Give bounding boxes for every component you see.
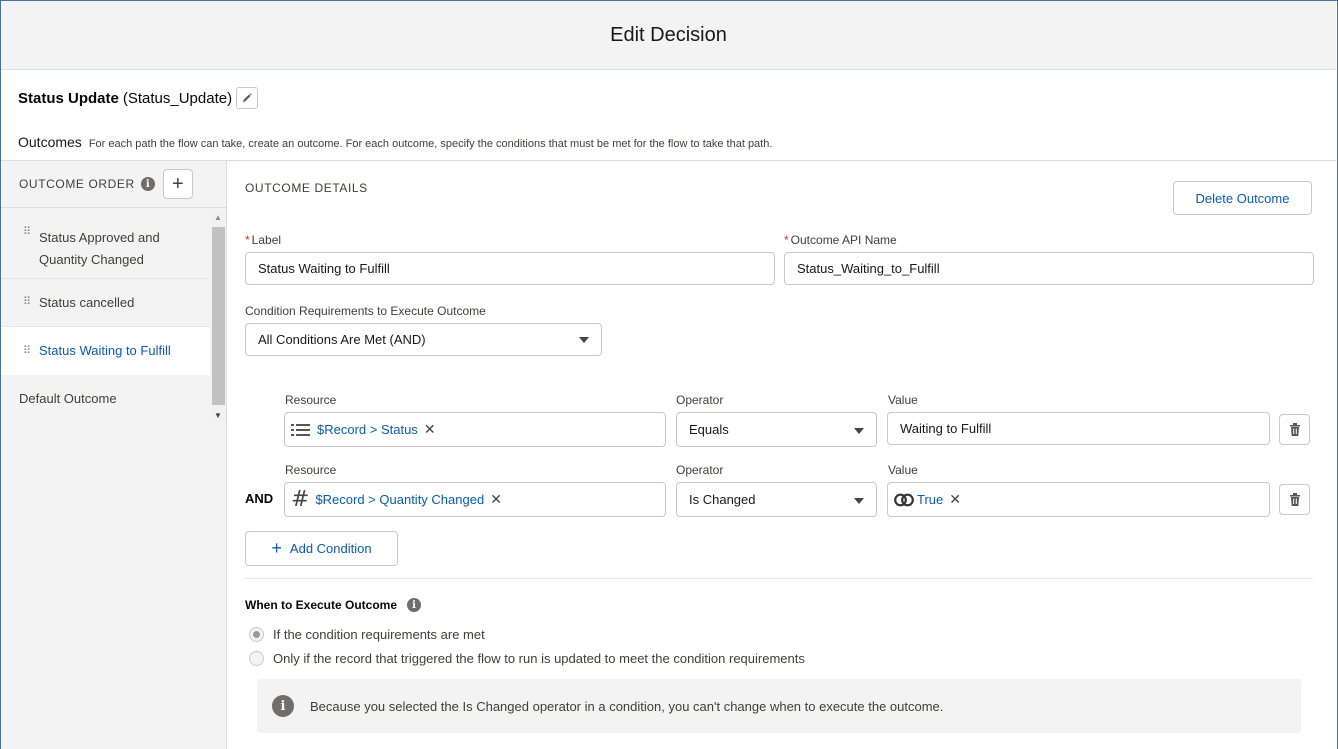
- clear-icon[interactable]: ✕: [490, 491, 502, 508]
- trash-icon: [1289, 423, 1300, 436]
- and-connector: AND: [245, 491, 274, 506]
- drag-handle-icon[interactable]: ⠿: [23, 297, 39, 308]
- outcomes-description: For each path the flow can take, create …: [88, 138, 773, 150]
- operator-select[interactable]: Is Changed: [676, 482, 877, 517]
- outcome-order-header: OUTCOME ORDER i +: [1, 161, 226, 208]
- radio-button[interactable]: [249, 627, 264, 642]
- sidebar-item-status-approved[interactable]: ⠿ Status Approved and Quantity Changed: [1, 209, 210, 279]
- info-icon[interactable]: i: [407, 598, 422, 612]
- radio-label: If the condition requirements are met: [273, 627, 485, 642]
- divider: [245, 578, 1313, 579]
- scroll-up-icon[interactable]: ▲: [214, 213, 222, 222]
- radio-option-conditions-met[interactable]: If the condition requirements are met: [249, 627, 485, 642]
- boolean-icon: [894, 493, 914, 506]
- modal-header: Edit Decision: [1, 1, 1336, 70]
- notice-text: Because you selected the Is Changed oper…: [310, 698, 944, 714]
- value-input[interactable]: True ✕: [887, 482, 1270, 517]
- add-condition-button[interactable]: + Add Condition: [245, 531, 398, 566]
- api-name-input[interactable]: Status_Waiting_to_Fulfill: [784, 252, 1314, 285]
- decision-name: Status Update (Status_Update): [18, 87, 259, 109]
- value-value: True: [917, 492, 944, 507]
- edit-decision-button[interactable]: [236, 87, 259, 109]
- clear-icon[interactable]: ✕: [424, 421, 436, 438]
- sidebar-item-status-cancelled[interactable]: ⠿ Status cancelled: [1, 279, 210, 327]
- scrollbar-thumb[interactable]: [212, 227, 225, 405]
- resource-value: $Record > Status: [317, 422, 418, 437]
- radio-button[interactable]: [249, 651, 264, 666]
- requirements-label: Condition Requirements to Execute Outcom…: [245, 304, 486, 318]
- sidebar-item-label: Status Waiting to Fulfill: [39, 343, 171, 358]
- resource-input[interactable]: # $Record > Quantity Changed ✕: [284, 482, 666, 517]
- outcome-details-panel: OUTCOME DETAILS Delete Outcome * Label St…: [228, 161, 1336, 749]
- outcome-order-title: OUTCOME ORDER: [19, 177, 135, 191]
- resource-value: $Record > Quantity Changed: [315, 492, 485, 507]
- requirements-value: All Conditions Are Met (AND): [258, 332, 426, 347]
- resource-label: Resource: [285, 393, 337, 407]
- picklist-icon: [291, 423, 310, 436]
- outcomes-heading: Outcomes: [18, 134, 82, 150]
- sidebar-scrollbar[interactable]: ▲ ▼: [210, 209, 226, 422]
- dropdown-icon: [854, 428, 864, 434]
- plus-icon: +: [271, 538, 282, 558]
- clear-icon[interactable]: ✕: [949, 491, 961, 508]
- value-label: Value: [888, 463, 918, 477]
- add-outcome-button[interactable]: +: [162, 169, 193, 199]
- drag-handle-icon[interactable]: ⠿: [23, 227, 39, 238]
- info-icon: i: [272, 695, 294, 717]
- add-condition-label: Add Condition: [289, 541, 372, 556]
- pencil-icon: [243, 93, 252, 102]
- decision-label: Status Update: [18, 89, 119, 107]
- trash-icon: [1289, 493, 1300, 506]
- operator-select[interactable]: Equals: [676, 412, 877, 447]
- when-to-execute-title: When to Execute Outcome i: [245, 598, 422, 612]
- resource-input[interactable]: $Record > Status ✕: [284, 412, 666, 447]
- outcome-details-title: OUTCOME DETAILS: [245, 181, 368, 195]
- outcome-order-sidebar: OUTCOME ORDER i + ⠿ Status Approved and …: [1, 161, 227, 749]
- sidebar-item-label: Status cancelled: [39, 294, 135, 310]
- info-notice: i Because you selected the Is Changed op…: [257, 679, 1301, 733]
- info-icon[interactable]: i: [140, 177, 155, 191]
- decision-api-name: (Status_Update): [122, 89, 233, 107]
- scroll-down-icon[interactable]: ▼: [214, 411, 222, 420]
- dropdown-icon: [854, 498, 864, 504]
- sidebar-item-label: Default Outcome: [19, 391, 117, 406]
- delete-outcome-button[interactable]: Delete Outcome: [1173, 181, 1312, 215]
- delete-condition-button[interactable]: [1279, 414, 1310, 445]
- outcomes-intro: Outcomes For each path the flow can take…: [18, 134, 772, 150]
- label-field-label: * Label: [245, 233, 282, 247]
- drag-handle-icon[interactable]: ⠿: [23, 345, 39, 357]
- sidebar-item-label: Status Approved and Quantity Changed: [39, 230, 160, 267]
- operator-label: Operator: [676, 393, 724, 407]
- value-input[interactable]: Waiting to Fulfill: [887, 412, 1270, 445]
- operator-label: Operator: [676, 463, 724, 477]
- label-input[interactable]: Status Waiting to Fulfill: [245, 252, 775, 285]
- sidebar-item-status-waiting[interactable]: ⠿ Status Waiting to Fulfill: [1, 327, 210, 375]
- sidebar-item-default-outcome[interactable]: Default Outcome: [1, 375, 210, 423]
- requirements-select[interactable]: All Conditions Are Met (AND): [245, 323, 602, 356]
- operator-value: Equals: [689, 422, 729, 437]
- value-label: Value: [888, 393, 918, 407]
- outcome-list: ⠿ Status Approved and Quantity Changed ⠿…: [1, 209, 210, 423]
- radio-label: Only if the record that triggered the fl…: [273, 651, 805, 666]
- operator-value: Is Changed: [689, 492, 756, 507]
- dropdown-icon: [579, 337, 589, 343]
- radio-option-record-updated[interactable]: Only if the record that triggered the fl…: [249, 651, 805, 666]
- modal-title: Edit Decision: [610, 23, 727, 46]
- api-name-field-label: * Outcome API Name: [784, 233, 897, 247]
- number-icon: #: [291, 487, 310, 512]
- delete-condition-button[interactable]: [1279, 484, 1310, 515]
- resource-label: Resource: [285, 463, 337, 477]
